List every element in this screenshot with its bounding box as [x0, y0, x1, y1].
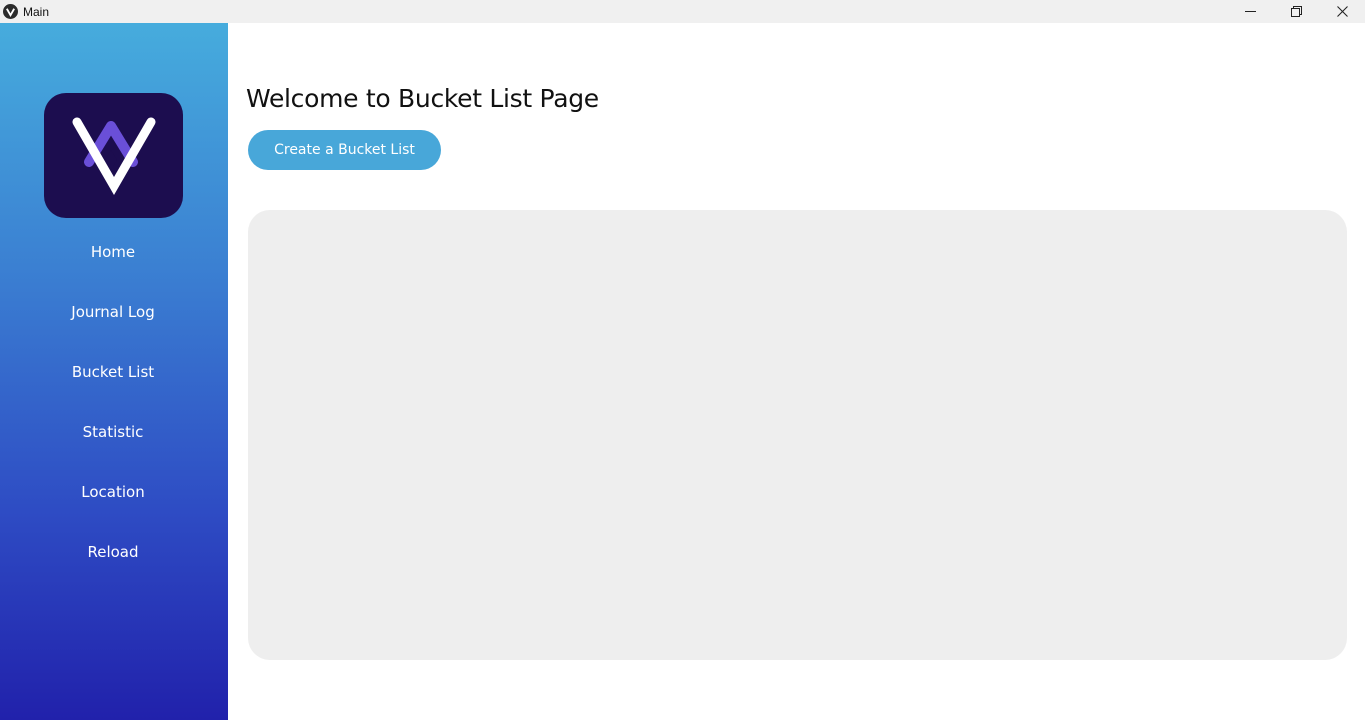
minimize-icon[interactable] [1227, 0, 1273, 23]
sidebar-item-home[interactable]: Home [0, 243, 226, 261]
app-logo [44, 93, 183, 218]
page-title: Welcome to Bucket List Page [246, 84, 599, 113]
sidebar-item-location[interactable]: Location [0, 483, 226, 501]
window-controls [1227, 0, 1365, 23]
restore-icon[interactable] [1273, 0, 1319, 23]
app-icon [3, 4, 18, 19]
sidebar-item-journal-log[interactable]: Journal Log [0, 303, 226, 321]
bucket-list-panel [248, 210, 1347, 660]
logo-icon [72, 117, 155, 195]
window-titlebar: Main [0, 0, 1365, 23]
sidebar-item-statistic[interactable]: Statistic [0, 423, 226, 441]
close-icon[interactable] [1319, 0, 1365, 23]
create-bucket-list-button[interactable]: Create a Bucket List [248, 130, 441, 170]
sidebar-item-reload[interactable]: Reload [0, 543, 226, 561]
sidebar-item-bucket-list[interactable]: Bucket List [0, 363, 226, 381]
sidebar: Home Journal Log Bucket List Statistic L… [0, 23, 228, 720]
window-title: Main [23, 4, 50, 19]
